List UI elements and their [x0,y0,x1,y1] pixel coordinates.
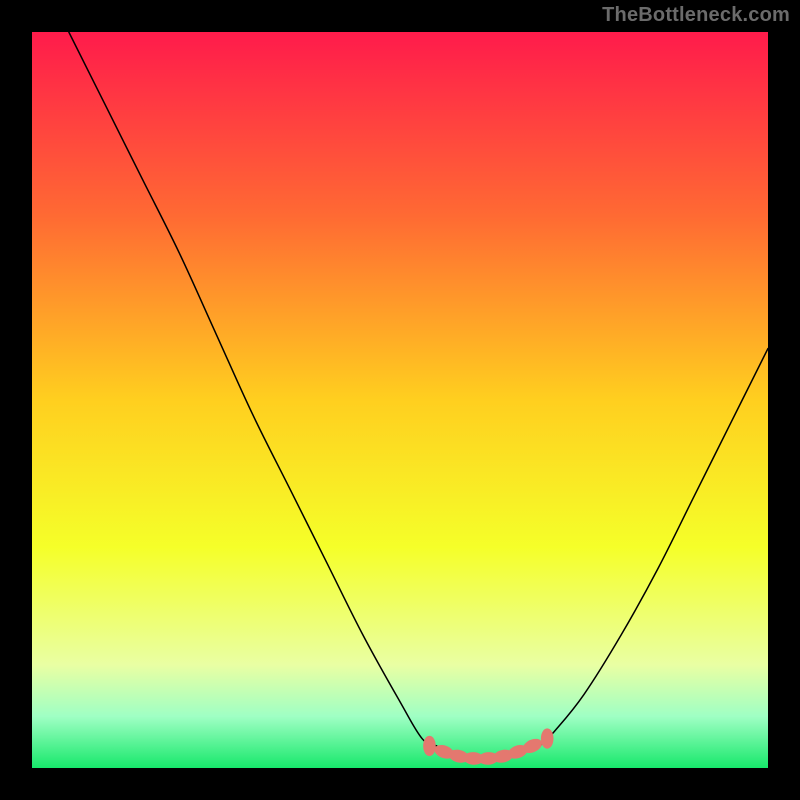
chart-curves [32,32,768,768]
plot-area [32,32,768,768]
left-curve [69,32,437,746]
valley-dot [541,728,554,748]
chart-container: TheBottleneck.com [0,0,800,800]
valley-dot [423,736,436,756]
watermark-text: TheBottleneck.com [602,4,790,27]
right-curve [540,348,768,745]
